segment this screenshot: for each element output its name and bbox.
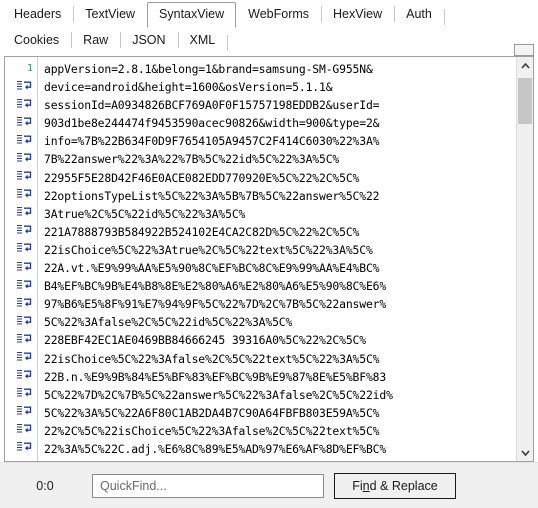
wrap-arrow-icon [16,206,33,217]
tab-xml[interactable]: XML [177,28,228,54]
tabstrip-secondary: Cookies Raw JSON XML [0,28,538,54]
code-line: 22optionsTypeList%5C%22%3A%5B%7B%5C%22an… [44,188,380,203]
tab-webforms[interactable]: WebForms [236,2,321,28]
chevron-down-icon [520,449,530,456]
wrap-marker [5,331,37,349]
wrap-arrow-icon [16,279,33,290]
tabstrip-secondary-end [227,32,237,54]
editor-code-area[interactable]: appVersion=2.8.1&belong=1&brand=samsung-… [38,57,516,461]
wrap-marker [5,223,37,241]
wrap-marker [5,114,37,132]
wrap-arrow-icon [16,333,33,344]
editor-gutter: 1 [5,57,38,461]
code-line: 228EBF42EC1AE0469BB84666245 39316A0%5C%2… [44,333,366,348]
tab-textview[interactable]: TextView [73,2,147,28]
code-line: sessionId=A0934826BCF769A0F0F15757198EDD… [44,98,380,113]
tab-raw[interactable]: Raw [71,28,120,54]
wrap-marker [5,277,37,295]
code-line: 5C%22%7D%2C%7B%5C%22answer%5C%22%3Afalse… [44,387,393,402]
caret-position-label: 0:0 [36,478,54,493]
wrap-marker [5,187,37,205]
code-line: info=%7B%22B634F0D9F7654105A9457C2F414C6… [44,134,380,149]
wrap-arrow-icon [16,152,33,163]
wrap-marker [5,150,37,168]
code-line: appVersion=2.8.1&belong=1&brand=samsung-… [44,62,373,76]
code-line: 22A.vt.%E9%99%AA%E5%90%8C%EF%BC%8C%E9%99… [44,261,380,276]
tab-headers[interactable]: Headers [2,2,73,28]
scrollbar-thumb[interactable] [518,78,532,124]
find-replace-accel: n [362,478,370,493]
wrap-arrow-icon [16,369,33,380]
wrap-marker [5,295,37,313]
wrap-marker [5,132,37,150]
wrap-arrow-icon [16,315,33,326]
find-replace-label-pre: Fi [352,478,363,493]
tab-auth[interactable]: Auth [394,2,444,28]
find-and-replace-button[interactable]: Fi n d & Replace [334,472,456,499]
wrap-marker [5,96,37,114]
chevron-up-icon [520,62,530,69]
wrap-arrow-icon [16,170,33,181]
wrap-arrow-icon [16,351,33,362]
code-line: 22%2C%5C%22isChoice%5C%22%3Afalse%2C%5C%… [44,423,380,438]
wrap-marker [5,169,37,187]
tab-syntaxview[interactable]: SyntaxView [147,2,237,28]
wrap-arrow-icon [16,423,33,434]
wrap-arrow-icon [16,98,33,109]
tab-cookies[interactable]: Cookies [2,28,71,54]
wrap-arrow-icon [16,261,33,272]
wrap-marker [5,386,37,404]
code-line: 22B.n.%E9%9B%84%E5%BF%83%EF%BC%9B%E9%87%… [44,369,387,384]
wrap-arrow-icon [16,80,33,91]
tabstrip-primary: Headers TextView SyntaxView WebForms Hex… [0,0,538,28]
code-line: device=android&height=1600&osVersion=5.1… [44,80,333,95]
wrap-arrow-icon [16,188,33,199]
wrap-arrow-icon [16,441,33,452]
wrap-marker [5,368,37,386]
code-line: 903d1be8e244474f9453590acec90826&width=9… [44,116,380,131]
tab-hexview[interactable]: HexView [321,2,394,28]
line-number: 1 [26,63,33,74]
wrap-marker [5,241,37,259]
code-line: 22%3A%5C%22C.adj.%E6%8C%89%E5%AD%97%E6%A… [44,441,387,456]
wrap-marker [5,259,37,277]
editor-vertical-scrollbar[interactable] [516,57,533,461]
wrap-arrow-icon [16,387,33,398]
code-line: 22isChoice%5C%22%3Afalse%2C%5C%22text%5C… [44,351,380,366]
scroll-up-button[interactable] [517,57,533,74]
find-replace-label-post: d & Replace [369,478,438,493]
scrollbar-corner-box [514,44,534,56]
code-line: 22955F5E28D42F46E0ACE082EDD770920E%5C%22… [44,170,360,185]
wrap-marker [5,350,37,368]
wrap-arrow-icon [16,134,33,145]
code-line: 97%B6%E5%8F%91%E7%94%9F%5C%22%7D%2C%7B%5… [44,297,387,312]
scroll-down-button[interactable] [517,444,533,461]
code-line: 7B%22answer%22%3A%22%7B%5C%22id%5C%22%3A… [44,152,340,167]
wrap-marker [5,205,37,223]
wrap-marker [5,404,37,422]
scrollbar-track[interactable] [517,74,533,444]
wrap-marker [5,313,37,331]
quickfind-input[interactable] [92,473,324,498]
code-line: 221A7888793B584922B524102E4CA2C82D%5C%22… [44,224,360,239]
code-line: 3Atrue%2C%5C%22id%5C%22%3A%5C% [44,206,246,221]
wrap-arrow-icon [16,242,33,253]
wrap-arrow-icon [16,297,33,308]
code-line: 5C%22%3A%5C%22A6F80C1AB2DA4B7C90A64FBFB8… [44,405,380,420]
wrap-arrow-icon [16,224,33,235]
tabstrip-primary-end [443,6,454,28]
editor-status-bar: 0:0 Find & Replace [0,462,538,508]
syntaxview-panel: Headers TextView SyntaxView WebForms Hex… [0,0,538,508]
wrap-marker [5,440,37,458]
code-line: B4%EF%BC%9B%E4%B8%8E%E2%80%A6%E2%80%A6%E… [44,279,387,294]
wrap-marker [5,78,37,96]
syntax-editor: 1 appVersion=2.8.1&belong=1&brand=samsun… [4,56,534,462]
wrap-arrow-icon [16,116,33,127]
wrap-arrow-icon [16,405,33,416]
code-line: 5C%22%3Afalse%2C%5C%22id%5C%22%3A%5C% [44,315,293,330]
wrap-marker [5,422,37,440]
tab-json[interactable]: JSON [120,28,177,54]
code-line: 22isChoice%5C%22%3Atrue%2C%5C%22text%5C%… [44,242,373,257]
